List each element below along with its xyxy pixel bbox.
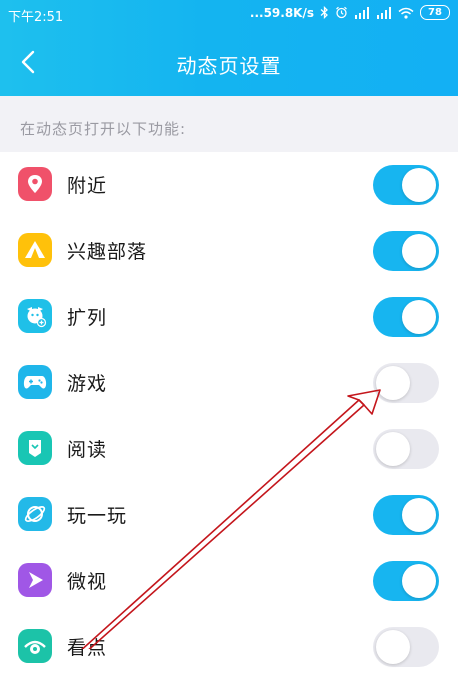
toggle-knob <box>402 234 436 268</box>
toggle-switch[interactable] <box>373 363 439 403</box>
setting-label: 看点 <box>67 637 108 659</box>
toggle-switch[interactable] <box>373 429 439 469</box>
toggle-knob <box>402 300 436 334</box>
alarm-icon <box>335 6 348 19</box>
location-icon <box>18 167 52 201</box>
toggle-switch[interactable] <box>373 165 439 205</box>
setting-label: 扩列 <box>67 307 108 329</box>
toggle-knob <box>402 564 436 598</box>
setting-row-book: 阅读 <box>0 416 458 482</box>
setting-label: 游戏 <box>67 373 108 395</box>
feature-list: 附近兴趣部落扩列游戏阅读玩一玩微视看点 <box>0 152 458 680</box>
status-time: 下午2:51 <box>8 10 64 25</box>
setting-row-eye: 看点 <box>0 614 458 680</box>
signal-icon-2 <box>376 6 392 19</box>
play-icon <box>18 563 52 597</box>
setting-label: 阅读 <box>67 439 108 461</box>
app-header: 下午2:51 ...59.8K/s 78 动态页设置 <box>0 0 458 96</box>
tent-icon <box>18 233 52 267</box>
toggle-knob <box>402 498 436 532</box>
status-bar: 下午2:51 ...59.8K/s 78 <box>0 0 458 30</box>
add-friend-icon <box>18 299 52 333</box>
toggle-knob <box>402 168 436 202</box>
setting-row-add-friend: 扩列 <box>0 284 458 350</box>
setting-label: 微视 <box>67 571 108 593</box>
toggle-switch[interactable] <box>373 297 439 337</box>
setting-label: 玩一玩 <box>67 505 128 527</box>
gamepad-icon <box>18 365 52 399</box>
eye-icon <box>18 629 52 663</box>
wifi-icon <box>398 7 414 19</box>
planet-icon <box>18 497 52 531</box>
network-speed: ...59.8K/s <box>249 5 314 20</box>
toggle-switch[interactable] <box>373 231 439 271</box>
toggle-switch[interactable] <box>373 495 439 535</box>
setting-label: 附近 <box>67 175 108 197</box>
setting-label: 兴趣部落 <box>67 241 148 263</box>
battery-indicator: 78 <box>420 5 450 20</box>
toggle-switch[interactable] <box>373 627 439 667</box>
setting-row-planet: 玩一玩 <box>0 482 458 548</box>
section-header: 在动态页打开以下功能: <box>0 96 458 152</box>
setting-row-location: 附近 <box>0 152 458 218</box>
page-title: 动态页设置 <box>176 54 282 78</box>
setting-row-play: 微视 <box>0 548 458 614</box>
book-icon <box>18 431 52 465</box>
toggle-knob <box>376 630 410 664</box>
signal-icon-1 <box>354 6 370 19</box>
bluetooth-icon <box>320 6 329 19</box>
toggle-switch[interactable] <box>373 561 439 601</box>
section-hint: 在动态页打开以下功能: <box>20 120 187 138</box>
setting-row-tent: 兴趣部落 <box>0 218 458 284</box>
toggle-knob <box>376 366 410 400</box>
toggle-knob <box>376 432 410 466</box>
setting-row-gamepad: 游戏 <box>0 350 458 416</box>
